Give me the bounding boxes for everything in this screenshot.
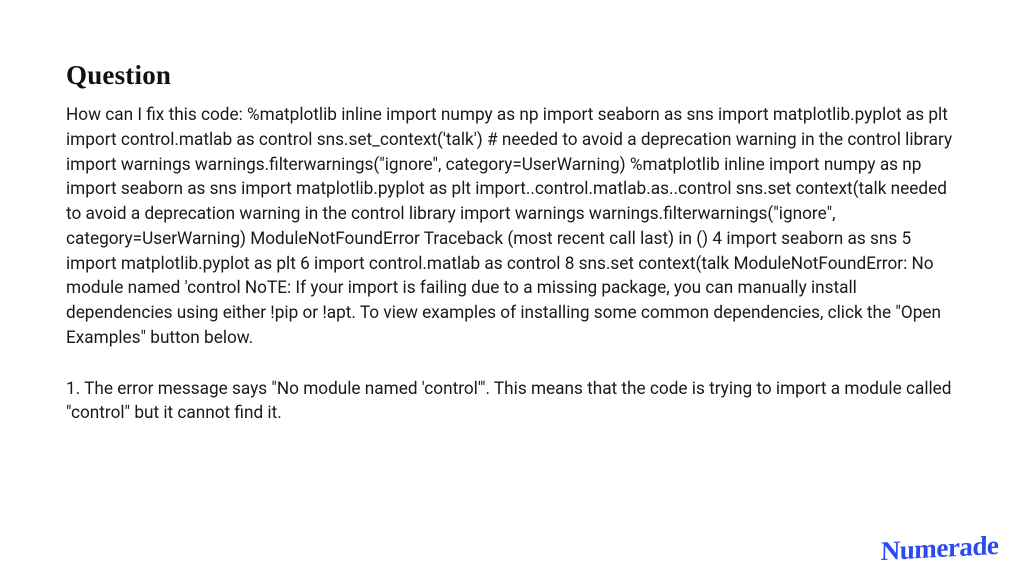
brand-text: Numerade bbox=[880, 530, 998, 567]
question-heading: Question bbox=[66, 60, 958, 91]
document-page: Question How can I fix this code: %matpl… bbox=[0, 0, 1024, 426]
numerade-logo: Numerade bbox=[879, 531, 999, 562]
question-body: How can I fix this code: %matplotlib inl… bbox=[66, 103, 958, 351]
answer-step-1: 1. The error message says "No module nam… bbox=[66, 377, 958, 427]
